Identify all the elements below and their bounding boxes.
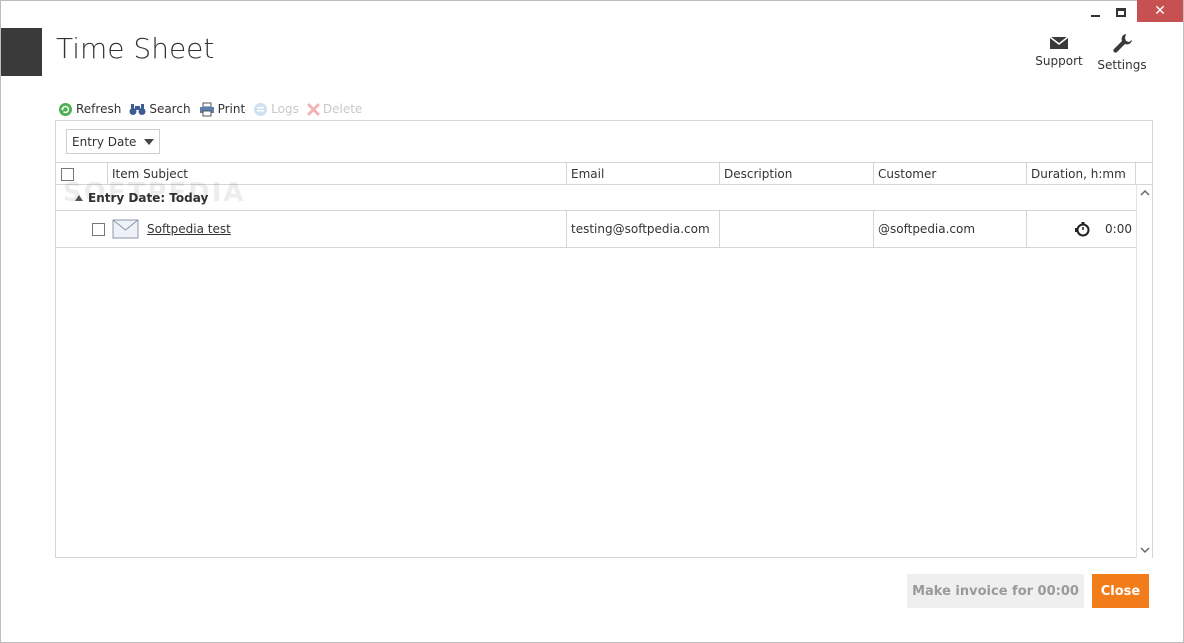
cell-subject: Softpedia test [108, 211, 567, 247]
column-duration[interactable]: Duration, h:mm [1027, 163, 1136, 185]
collapse-triangle-icon[interactable] [75, 195, 83, 201]
cell-email-text: testing@softpedia.com [571, 222, 710, 236]
column-header-row: Item Subject Email Description Customer … [56, 162, 1152, 185]
column-email[interactable]: Email [567, 163, 720, 185]
settings-button[interactable]: Settings [1096, 34, 1148, 72]
logs-label: Logs [271, 102, 299, 116]
refresh-label: Refresh [76, 102, 122, 116]
minimize-button[interactable] [1084, 0, 1106, 24]
scroll-up-icon[interactable] [1140, 189, 1150, 197]
row-select-cell [56, 211, 108, 247]
maximize-button[interactable] [1110, 0, 1132, 24]
cell-email: testing@softpedia.com [567, 211, 720, 247]
accent-block [1, 28, 42, 76]
subject-link[interactable]: Softpedia test [147, 222, 231, 236]
select-all-checkbox[interactable] [61, 167, 74, 181]
close-button[interactable]: Close [1092, 574, 1149, 608]
group-by-dropdown[interactable]: Entry Date [66, 129, 160, 154]
table-row[interactable]: Softpedia test testing@softpedia.com @so… [56, 211, 1136, 248]
print-button[interactable]: Print [199, 102, 246, 117]
column-item-subject-label: Item Subject [112, 167, 188, 181]
column-duration-label: Duration, h:mm [1031, 167, 1126, 181]
support-button[interactable]: Support [1034, 36, 1084, 68]
support-label: Support [1035, 54, 1083, 68]
scroll-down-icon[interactable] [1140, 546, 1150, 554]
cell-customer: @softpedia.com [874, 211, 1027, 247]
delete-label: Delete [322, 102, 363, 116]
printer-icon [199, 102, 214, 116]
refresh-button[interactable]: Refresh [58, 102, 121, 117]
select-all-cell [56, 163, 108, 185]
close-icon: ✕ [1154, 3, 1166, 19]
print-label: Print [217, 102, 246, 116]
page-title: Time Sheet [56, 32, 215, 65]
timer-icon[interactable] [1075, 221, 1091, 237]
group-by-value: Entry Date [72, 134, 137, 149]
window-close-button[interactable]: ✕ [1137, 0, 1183, 22]
binoculars-icon [129, 103, 146, 115]
row-checkbox[interactable] [92, 222, 105, 236]
column-item-subject[interactable]: Item Subject [108, 163, 567, 185]
column-customer[interactable]: Customer [874, 163, 1027, 185]
logs-icon [254, 102, 268, 116]
timesheet-grid: Entry Date Item Subject Email Descriptio… [55, 120, 1153, 558]
cell-duration: 0:00 [1027, 211, 1136, 247]
envelope-icon [112, 219, 139, 239]
column-customer-label: Customer [878, 167, 937, 181]
column-email-label: Email [571, 167, 605, 181]
vertical-scrollbar[interactable] [1136, 185, 1152, 558]
envelope-icon [1049, 36, 1069, 49]
refresh-icon [59, 102, 72, 116]
wrench-icon [1113, 34, 1132, 53]
search-button[interactable]: Search [129, 102, 191, 116]
maximize-icon [1116, 7, 1126, 17]
search-label: Search [149, 102, 191, 116]
delete-icon [307, 103, 320, 115]
toolbar: Refresh Search Print Logs Delete [58, 100, 370, 118]
group-label: Entry Date: Today [88, 191, 209, 205]
group-row[interactable]: Entry Date: Today [56, 185, 1136, 211]
cell-duration-text: 0:00 [1105, 222, 1132, 236]
cell-description [720, 211, 874, 247]
chevron-down-icon [144, 139, 154, 145]
cell-customer-text: @softpedia.com [878, 222, 976, 236]
make-invoice-button[interactable]: Make invoice for 00:00 [907, 574, 1084, 608]
minimize-icon [1090, 15, 1100, 17]
logs-button[interactable]: Logs [253, 102, 299, 117]
column-description[interactable]: Description [720, 163, 874, 185]
column-description-label: Description [724, 167, 793, 181]
settings-label: Settings [1097, 58, 1147, 72]
delete-button[interactable]: Delete [307, 102, 362, 116]
group-panel: Entry Date [56, 121, 1152, 162]
